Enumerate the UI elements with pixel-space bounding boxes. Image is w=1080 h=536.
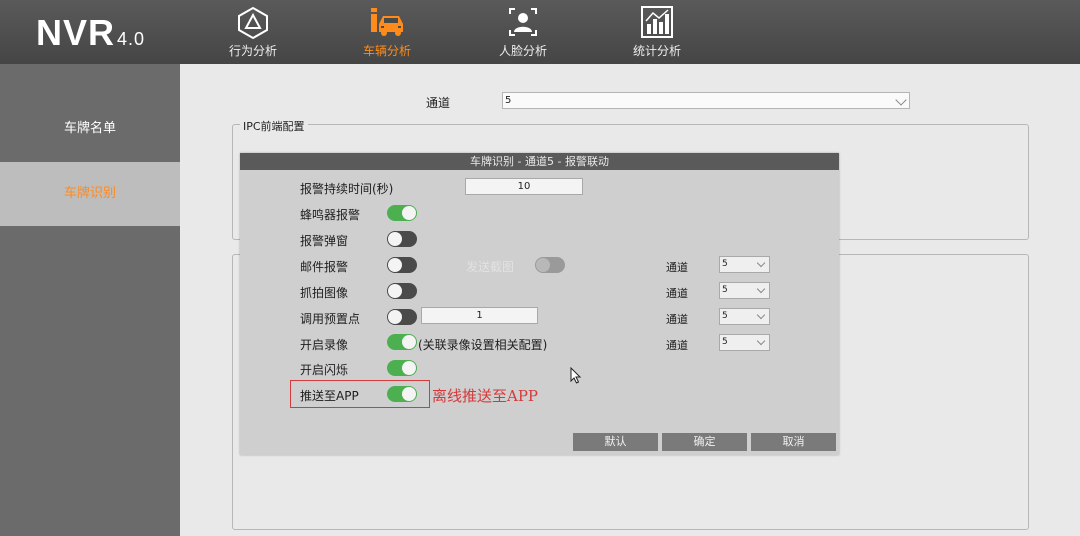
nav-vehicle-analysis[interactable]: 车辆分析 bbox=[332, 4, 442, 62]
sidebar-item-plate-list[interactable]: 车牌名单 bbox=[0, 97, 180, 161]
alarm-linkage-dialog: 车牌识别 - 通道5 - 报警联动 bbox=[240, 153, 839, 455]
logo-text: NVR bbox=[36, 12, 116, 53]
face-analysis-icon bbox=[509, 8, 537, 36]
buzzer-label: 蜂鸣器报警 bbox=[300, 208, 361, 222]
email-alarm-toggle[interactable] bbox=[387, 257, 417, 273]
nav-statistics[interactable]: 统计分析 bbox=[602, 4, 712, 62]
channel-select-value: 5 bbox=[505, 95, 512, 106]
preset-channel-select[interactable]: 5 bbox=[719, 308, 770, 325]
preset-label: 调用预置点 bbox=[300, 312, 361, 326]
push-app-toggle[interactable] bbox=[387, 386, 417, 402]
record-channel-label: 通道 bbox=[666, 339, 688, 352]
attach-image-toggle bbox=[535, 257, 565, 273]
record-toggle[interactable] bbox=[387, 334, 417, 350]
chevron-down-icon bbox=[756, 310, 766, 320]
top-bar: NVR 4.0 行为分析 车辆分析 人脸分析 统计分析 bbox=[0, 0, 1080, 64]
nav-label: 统计分析 bbox=[632, 44, 681, 58]
chevron-down-icon bbox=[756, 284, 766, 294]
record-channel-value: 5 bbox=[722, 337, 728, 347]
nav-face-analysis[interactable]: 人脸分析 bbox=[468, 4, 578, 62]
chevron-down-icon bbox=[895, 94, 907, 106]
snapshot-channel-select[interactable]: 5 bbox=[719, 282, 770, 299]
email-channel-value: 5 bbox=[722, 259, 728, 269]
mouse-cursor-icon bbox=[570, 367, 582, 384]
ipc-config-title: IPC前端配置 bbox=[240, 118, 308, 134]
email-channel-select[interactable]: 5 bbox=[719, 256, 770, 273]
snapshot-channel-label: 通道 bbox=[666, 287, 688, 300]
channel-label: 通道 bbox=[426, 96, 451, 110]
chevron-down-icon bbox=[756, 336, 766, 346]
nav-label: 行为分析 bbox=[228, 44, 277, 58]
record-channel-select[interactable]: 5 bbox=[719, 334, 770, 351]
record-note: (关联录像设置相关配置) bbox=[418, 338, 548, 352]
channel-select[interactable]: 5 bbox=[502, 92, 910, 109]
preset-channel-label: 通道 bbox=[666, 313, 688, 326]
logo-version: 4.0 bbox=[117, 29, 146, 49]
nav-label: 车辆分析 bbox=[362, 44, 411, 58]
default-button[interactable]: 默认 bbox=[573, 433, 658, 451]
preset-toggle[interactable] bbox=[387, 309, 417, 325]
popup-toggle[interactable] bbox=[387, 231, 417, 247]
alarm-duration-label: 报警持续时间(秒) bbox=[300, 182, 394, 196]
email-alarm-label: 邮件报警 bbox=[300, 260, 349, 274]
flash-toggle[interactable] bbox=[387, 360, 417, 376]
alarm-duration-input[interactable]: 10 bbox=[465, 178, 583, 195]
buzzer-toggle[interactable] bbox=[387, 205, 417, 221]
record-label: 开启录像 bbox=[300, 338, 349, 352]
flash-label: 开启闪烁 bbox=[300, 363, 349, 377]
behavior-analysis-icon bbox=[238, 6, 268, 40]
email-channel-label: 通道 bbox=[666, 261, 688, 274]
snapshot-label: 抓拍图像 bbox=[300, 286, 349, 300]
statistics-icon bbox=[641, 6, 673, 38]
cancel-button[interactable]: 取消 bbox=[751, 433, 836, 451]
chevron-down-icon bbox=[756, 258, 766, 268]
snapshot-toggle[interactable] bbox=[387, 283, 417, 299]
nav-behavior-analysis[interactable]: 行为分析 bbox=[198, 4, 308, 62]
app-logo: NVR 4.0 bbox=[36, 12, 145, 54]
push-app-label: 推送至APP bbox=[300, 389, 359, 403]
preset-channel-value: 5 bbox=[722, 311, 728, 321]
attach-image-label: 发送截图 bbox=[466, 260, 515, 274]
sidebar: 车牌名单 车牌识别 bbox=[0, 64, 180, 536]
popup-label: 报警弹窗 bbox=[300, 234, 349, 248]
ok-button[interactable]: 确定 bbox=[662, 433, 747, 451]
annotation-text: 离线推送至APP bbox=[432, 387, 539, 405]
sidebar-item-plate-recognition[interactable]: 车牌识别 bbox=[0, 162, 180, 226]
preset-input[interactable]: 1 bbox=[421, 307, 538, 324]
nav-label: 人脸分析 bbox=[498, 44, 547, 58]
snapshot-channel-value: 5 bbox=[722, 285, 728, 295]
dialog-title: 车牌识别 - 通道5 - 报警联动 bbox=[240, 153, 839, 170]
vehicle-analysis-icon bbox=[371, 8, 403, 36]
